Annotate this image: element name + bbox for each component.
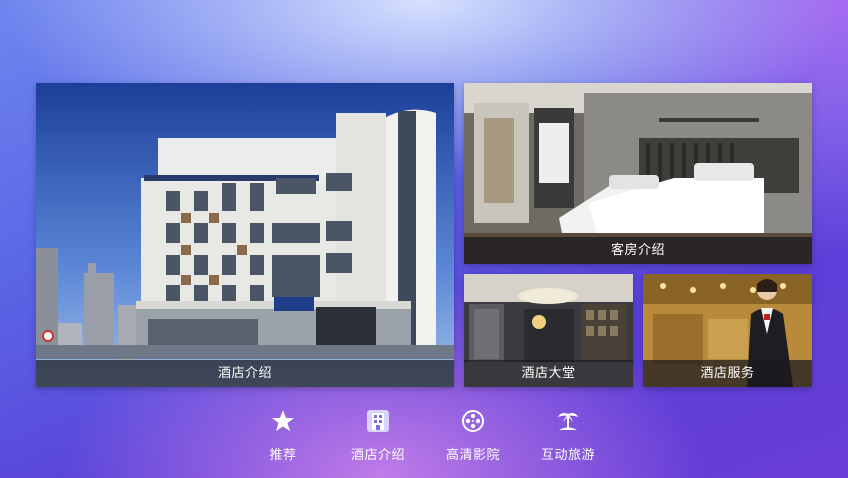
nav-item-hotel-intro[interactable]: 酒店介绍 bbox=[333, 408, 423, 463]
service-tile[interactable]: 酒店服务 bbox=[643, 274, 812, 387]
room-intro-caption: 客房介绍 bbox=[464, 237, 812, 264]
room-intro-tile[interactable]: 客房介绍 bbox=[464, 83, 812, 264]
nav-item-recommend[interactable]: 推荐 bbox=[238, 408, 328, 463]
hotel-building-image bbox=[36, 83, 454, 387]
lobby-tile[interactable]: 酒店大堂 bbox=[464, 274, 633, 387]
nav-label-cinema: 高清影院 bbox=[445, 448, 500, 463]
hotel-intro-caption: 酒店介绍 bbox=[36, 360, 454, 387]
film-reel-icon bbox=[462, 410, 484, 432]
service-caption: 酒店服务 bbox=[643, 360, 812, 387]
hotel-intro-tile[interactable]: 酒店介绍 bbox=[36, 83, 454, 387]
nav-item-travel[interactable]: 互动旅游 bbox=[523, 408, 613, 463]
nav-label-hotel-intro: 酒店介绍 bbox=[350, 448, 405, 463]
nav-label-recommend: 推荐 bbox=[269, 448, 297, 463]
star-icon bbox=[272, 410, 294, 431]
building-icon bbox=[367, 410, 389, 432]
lobby-caption: 酒店大堂 bbox=[464, 360, 633, 387]
bottom-nav: 推荐 酒店介绍 高清影院 互动旅游 bbox=[0, 408, 848, 468]
nav-item-cinema[interactable]: 高清影院 bbox=[428, 408, 518, 463]
nav-label-travel: 互动旅游 bbox=[540, 448, 595, 463]
palm-tree-icon bbox=[558, 413, 578, 430]
